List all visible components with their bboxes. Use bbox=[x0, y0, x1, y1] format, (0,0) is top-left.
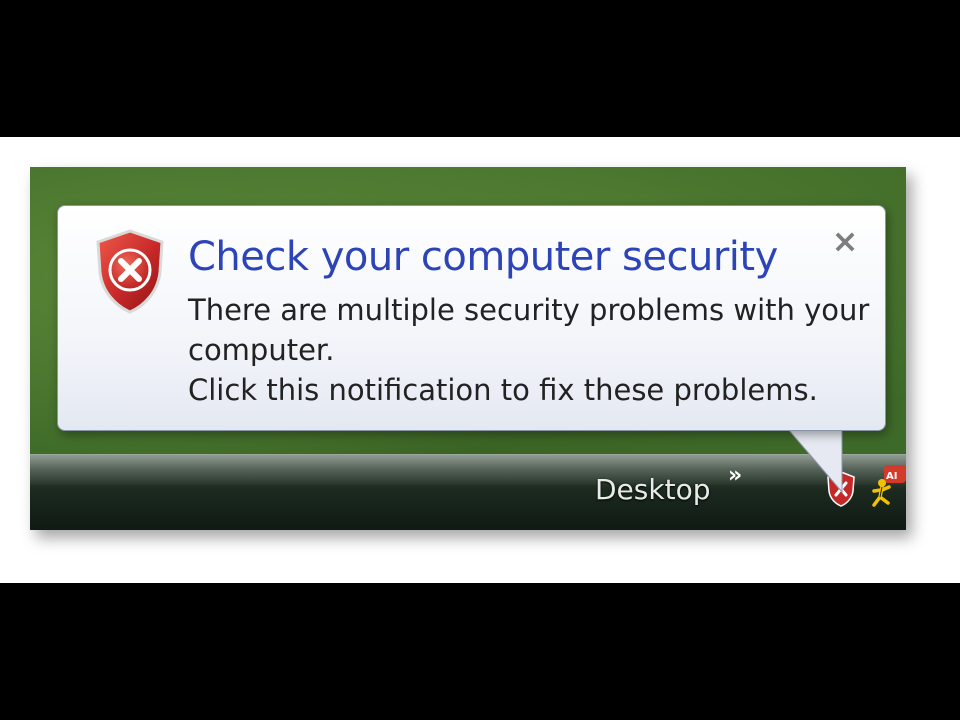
desktop-toolbar-label[interactable]: Desktop bbox=[595, 473, 710, 506]
aim-running-man-icon[interactable]: AI bbox=[872, 465, 906, 509]
close-button[interactable]: × bbox=[828, 224, 862, 258]
notification-message[interactable]: There are multiple security problems wit… bbox=[188, 290, 870, 410]
close-icon: × bbox=[831, 222, 859, 260]
shield-error-icon bbox=[96, 229, 164, 314]
desktop-area: Desktop » AI Check your computer securit… bbox=[30, 167, 906, 530]
security-notification-balloon[interactable]: Check your computer security There are m… bbox=[57, 205, 886, 431]
notification-title[interactable]: Check your computer security bbox=[188, 234, 778, 280]
tray-security-shield-icon[interactable] bbox=[826, 471, 856, 507]
message-line: Click this notification to fix these pro… bbox=[188, 373, 818, 407]
taskbar: Desktop » AI bbox=[30, 454, 906, 530]
screenshot-frame: Desktop » AI Check your computer securit… bbox=[0, 137, 960, 583]
toolbar-overflow-button[interactable]: » bbox=[728, 463, 742, 488]
svg-text:AI: AI bbox=[886, 471, 897, 482]
message-line: There are multiple security problems wit… bbox=[188, 293, 870, 327]
message-line: computer. bbox=[188, 333, 335, 367]
